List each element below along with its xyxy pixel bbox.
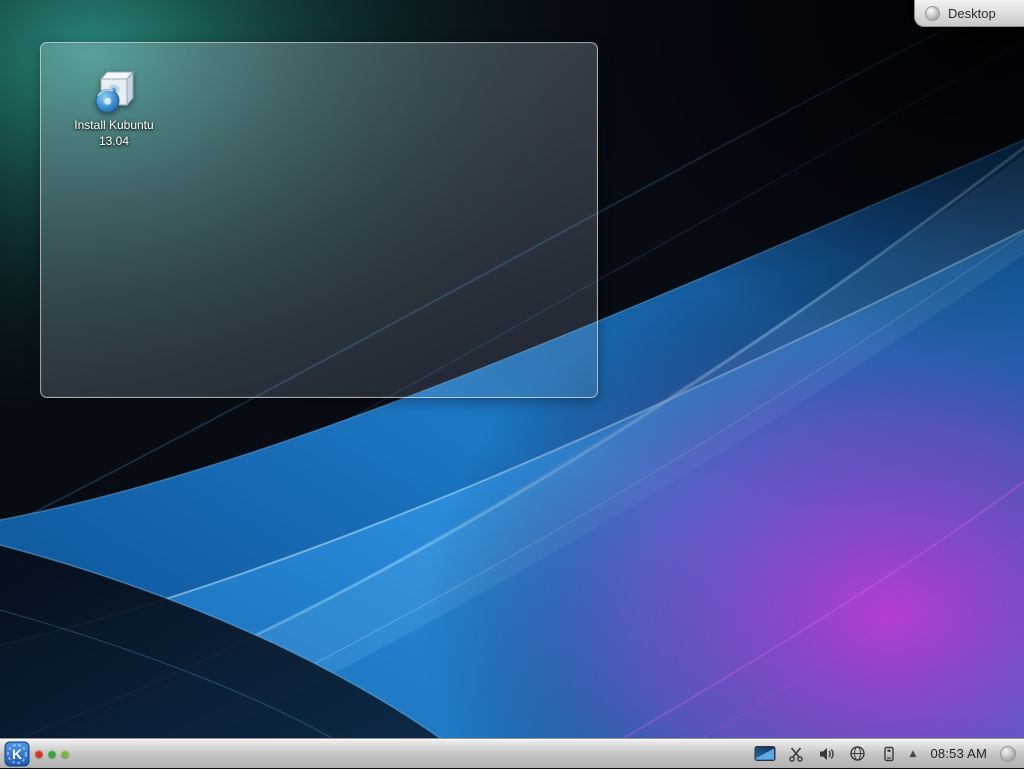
icon-label-line2: 13.04 (99, 134, 129, 148)
quicklaunch-dot-red[interactable] (35, 750, 43, 758)
quicklaunch-dot-green[interactable] (48, 750, 56, 758)
quicklaunch-area (35, 750, 69, 758)
quicklaunch-dot-lime[interactable] (61, 750, 69, 758)
desktop-toolbox-label: Desktop (948, 6, 996, 21)
install-kubuntu-desktop-icon[interactable]: Install Kubuntu 13.04 (65, 65, 163, 149)
desktop-toolbox-button[interactable]: Desktop (914, 0, 1024, 27)
task-manager-area (69, 739, 754, 768)
icon-label-line1: Install Kubuntu (74, 118, 153, 132)
digital-clock[interactable]: 08:53 AM (926, 746, 991, 761)
tray-expand-arrow-icon[interactable]: ▲ (909, 749, 918, 759)
display-thumbnail-icon[interactable] (754, 742, 776, 766)
device-notifier-icon[interactable] (878, 742, 900, 766)
kde-k-logo-icon: K (4, 741, 30, 767)
plasma-cashew-icon (925, 6, 940, 21)
panel-cashew-icon[interactable] (1000, 746, 1016, 762)
folder-view-widget[interactable]: Install Kubuntu 13.04 (40, 42, 598, 398)
svg-text:K: K (11, 746, 21, 762)
system-tray: ▲ 08:53 AM (754, 742, 1024, 766)
bottom-panel: K (0, 738, 1024, 768)
klipper-scissors-icon[interactable] (785, 742, 807, 766)
network-globe-icon[interactable] (847, 742, 869, 766)
installer-package-icon (89, 65, 139, 115)
volume-speaker-icon[interactable] (816, 742, 838, 766)
icon-label: Install Kubuntu 13.04 (74, 118, 153, 149)
kickoff-launcher-button[interactable]: K (0, 739, 33, 769)
